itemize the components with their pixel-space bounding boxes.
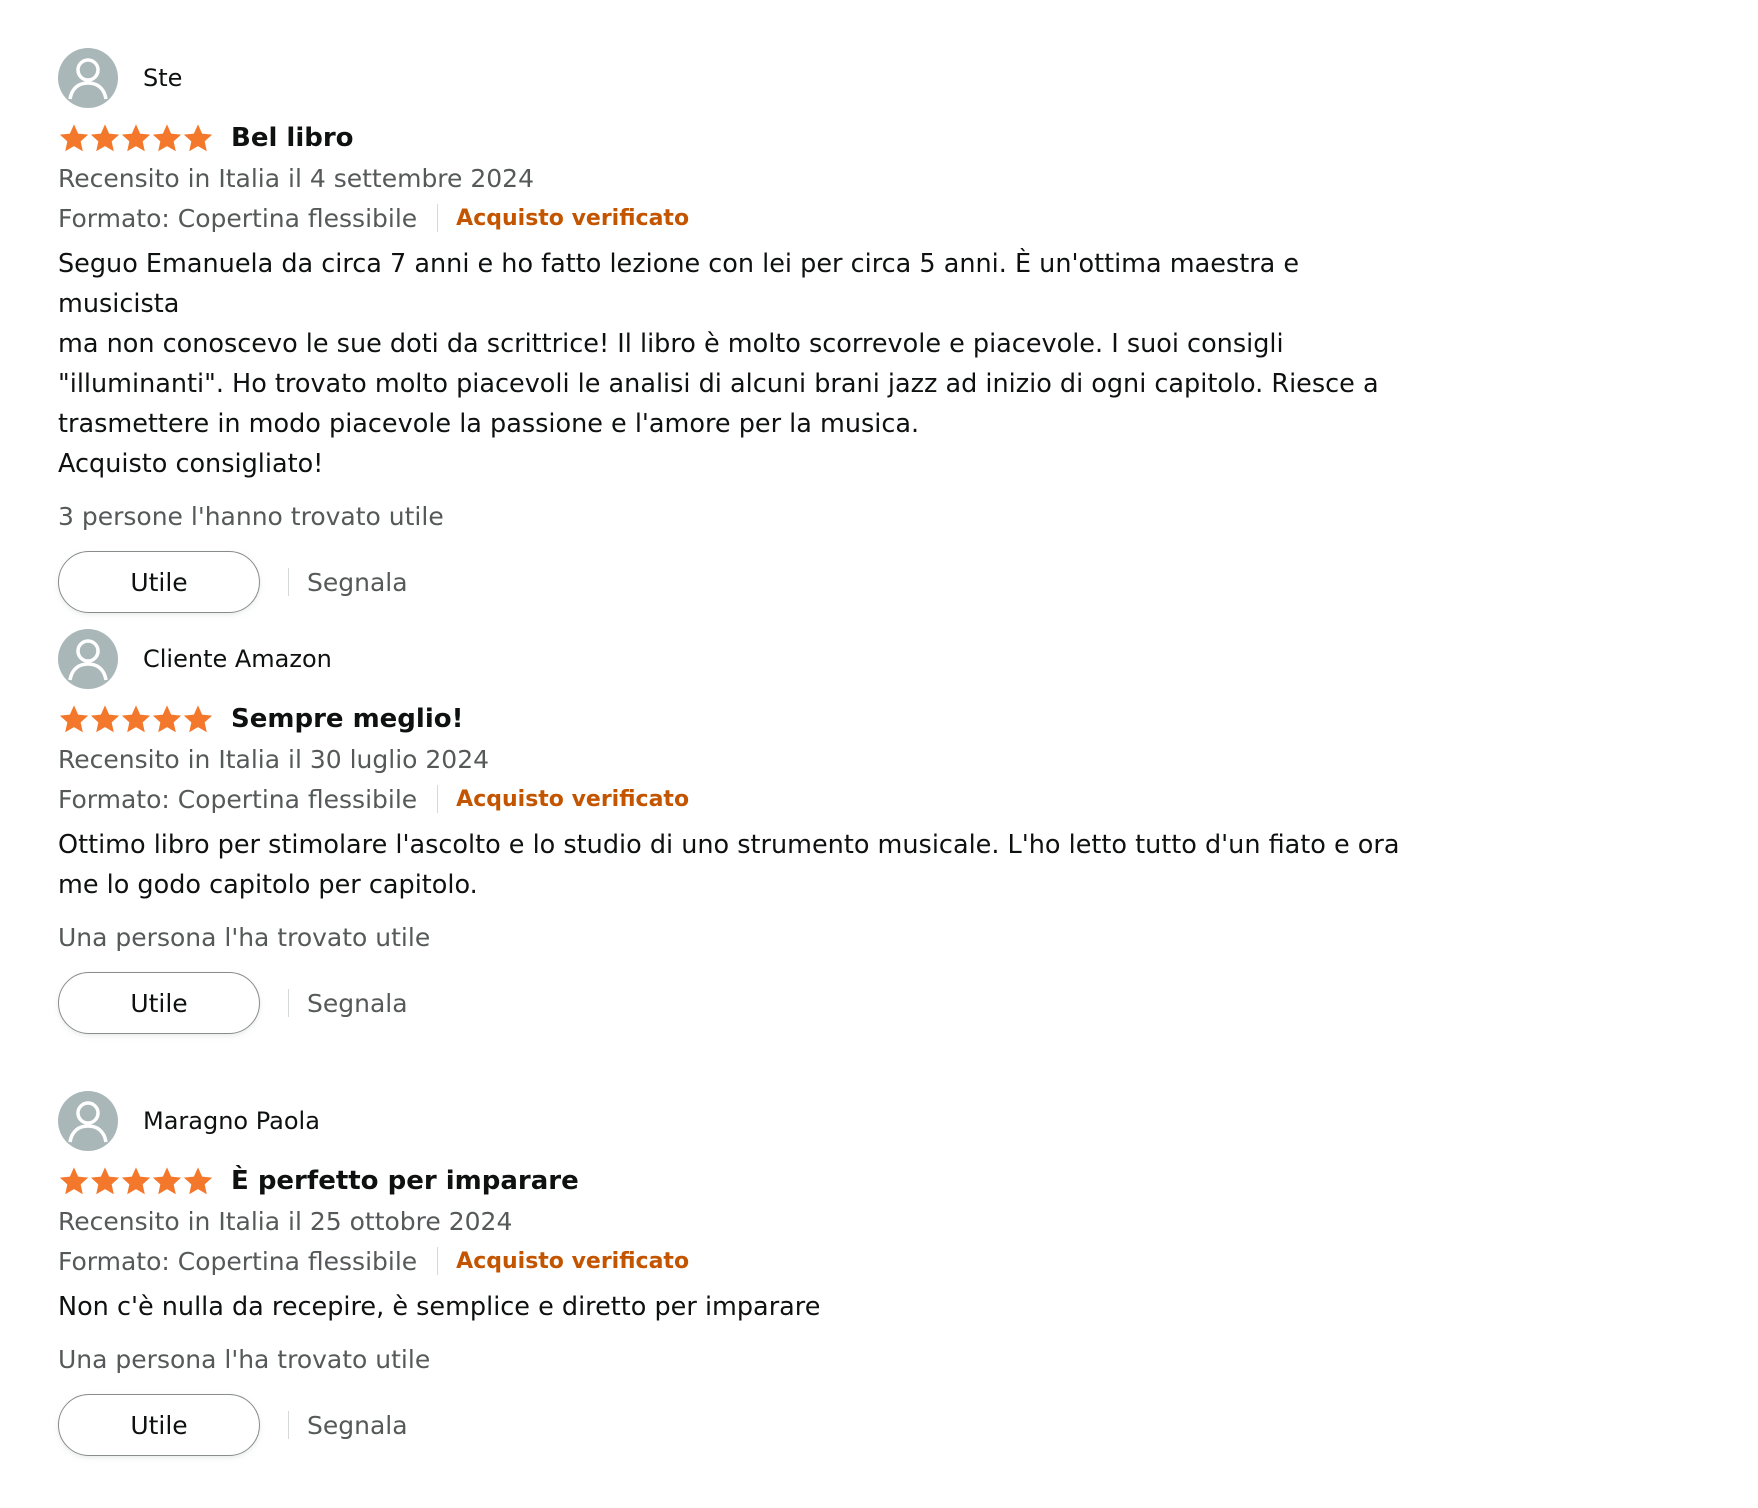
review-date: Recensito in Italia il 25 ottobre 2024 (58, 1207, 513, 1236)
review-item: Maragno Paola È perfetto per imparare Re… (58, 1091, 1418, 1457)
report-link[interactable]: Segnala (307, 1411, 408, 1440)
star-rating[interactable] (58, 703, 213, 735)
report-link[interactable]: Segnala (307, 568, 408, 597)
star-icon (59, 1167, 89, 1195)
divider (288, 1411, 289, 1439)
review-title[interactable]: È perfetto per imparare (231, 1166, 579, 1196)
review-item: Cliente Amazon Sempre meglio! Recensito … (58, 629, 1418, 1035)
star-rating[interactable] (58, 122, 213, 154)
helpful-count: Una persona l'ha trovato utile (58, 1345, 431, 1374)
helpful-button[interactable]: Utile (58, 972, 260, 1034)
star-icon (152, 1167, 182, 1195)
review-date: Recensito in Italia il 30 luglio 2024 (58, 745, 490, 774)
star-icon (121, 705, 151, 733)
report-link[interactable]: Segnala (307, 989, 408, 1018)
divider (437, 1247, 439, 1275)
star-icon (152, 124, 182, 152)
review-title[interactable]: Bel libro (231, 123, 354, 153)
reviewer-name[interactable]: Cliente Amazon (143, 645, 332, 673)
reviewer-name[interactable]: Ste (143, 64, 182, 92)
review-body: Ottimo libro per stimolare l'ascolto e l… (58, 830, 1400, 900)
review-item: Ste Bel libro Recensito in Italia il 4 s… (58, 48, 1418, 614)
divider (437, 204, 439, 232)
star-icon (90, 705, 120, 733)
user-avatar-icon (58, 1091, 118, 1151)
star-icon (183, 705, 213, 733)
star-rating[interactable] (58, 1165, 213, 1197)
review-title[interactable]: Sempre meglio! (231, 704, 463, 734)
review-body: Non c'è nulla da recepire, è semplice e … (58, 1292, 821, 1322)
review-format[interactable]: Formato: Copertina flessibile (58, 785, 417, 814)
user-avatar-icon (58, 629, 118, 689)
verified-purchase-badge: Acquisto verificato (456, 205, 690, 231)
star-icon (59, 705, 89, 733)
star-icon (152, 705, 182, 733)
star-icon (121, 1167, 151, 1195)
divider (288, 989, 289, 1017)
star-icon (183, 124, 213, 152)
helpful-button[interactable]: Utile (58, 1394, 260, 1456)
review-body: Seguo Emanuela da circa 7 anni e ho fatt… (58, 249, 1379, 479)
helpful-count: 3 persone l'hanno trovato utile (58, 502, 444, 531)
star-icon (59, 124, 89, 152)
star-icon (121, 124, 151, 152)
review-format[interactable]: Formato: Copertina flessibile (58, 1247, 417, 1276)
verified-purchase-badge: Acquisto verificato (456, 786, 690, 812)
divider (288, 568, 289, 596)
review-date: Recensito in Italia il 4 settembre 2024 (58, 164, 534, 193)
star-icon (90, 1167, 120, 1195)
star-icon (90, 124, 120, 152)
user-avatar-icon (58, 48, 118, 108)
star-icon (183, 1167, 213, 1195)
reviewer-profile[interactable]: Maragno Paola (58, 1091, 1418, 1151)
divider (437, 785, 439, 813)
helpful-button[interactable]: Utile (58, 551, 260, 613)
review-format[interactable]: Formato: Copertina flessibile (58, 204, 417, 233)
helpful-count: Una persona l'ha trovato utile (58, 923, 431, 952)
reviewer-name[interactable]: Maragno Paola (143, 1107, 320, 1135)
verified-purchase-badge: Acquisto verificato (456, 1248, 690, 1274)
reviewer-profile[interactable]: Ste (58, 48, 1418, 108)
reviewer-profile[interactable]: Cliente Amazon (58, 629, 1418, 689)
